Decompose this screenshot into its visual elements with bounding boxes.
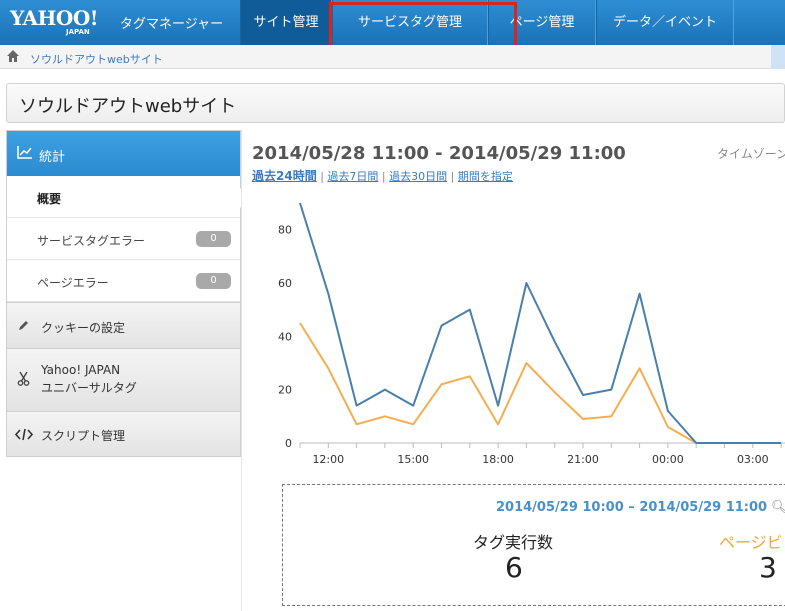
period-selector: 過去24時間 | 過去7日間 | 過去30日間 | 期間を指定 <box>252 167 513 184</box>
y-tick-label: 80 <box>278 224 292 237</box>
pageviews-label: ページビ <box>719 533 783 552</box>
logo-japan-text: JAPAN <box>66 28 90 36</box>
timezone-label[interactable]: タイムゾーン <box>717 145 785 162</box>
y-tick-label: 40 <box>278 330 292 343</box>
sidebar-item-universal-tag[interactable]: Yahoo! JAPAN ユニバーサルタグ <box>7 348 240 411</box>
sidebar-item-label: スクリプト管理 <box>41 429 126 443</box>
x-tick-label: 12:00 <box>312 453 344 466</box>
page-title: ソウルドアウトwebサイト <box>19 96 237 117</box>
date-range-title: 2014/05/28 11:00 - 2014/05/29 11:00 <box>252 143 626 164</box>
sidebar-subitem-label: ページエラー <box>37 276 109 290</box>
period-30d-link[interactable]: 過去30日間 <box>389 170 447 183</box>
logo-yahoo-text: YAHOO! <box>10 6 99 30</box>
x-tick-label: 18:00 <box>482 453 514 466</box>
period-custom-link[interactable]: 期間を指定 <box>458 170 513 183</box>
line-chart: 0 20 40 60 80 12:00 15:00 18:00 21:00 00:00 03:00 <box>278 202 785 466</box>
series-line <box>299 202 782 444</box>
sidebar-item-label: 統計 <box>39 150 66 165</box>
period-7d-link[interactable]: 過去7日間 <box>327 170 378 183</box>
pageviews-value: 3 <box>759 551 777 584</box>
x-tick-label: 15:00 <box>397 453 429 466</box>
period-separator: | <box>320 170 324 183</box>
period-24h-link[interactable]: 過去24時間 <box>252 169 317 183</box>
home-icon[interactable] <box>6 49 20 63</box>
sidebar-item-label-line2: ユニバーサルタグ <box>41 381 137 395</box>
tab-site-management[interactable]: サイト管理 <box>240 0 332 45</box>
sidebar: 統計 概要 サービスタグエラー 0 ページエラー 0 クッキーの設定 Yahoo… <box>6 130 241 457</box>
content-divider <box>241 130 242 611</box>
scissors-icon <box>17 371 30 386</box>
sidebar-item-statistics[interactable]: 統計 <box>7 131 240 176</box>
y-tick-label: 60 <box>278 277 292 290</box>
breadcrumb-site-link[interactable]: ソウルドアウトwebサイト <box>30 51 163 67</box>
series-line <box>299 322 782 444</box>
tag-executions-value: 6 <box>505 551 523 584</box>
code-icon <box>15 428 33 441</box>
active-item-pointer <box>231 188 241 208</box>
breadcrumb: ソウルドアウトwebサイト <box>0 45 785 69</box>
sidebar-subitem-label: サービスタグエラー <box>37 234 146 248</box>
summary-panel: 2014/05/29 10:00 – 2014/05/29 11:00 🔍︎ タ… <box>282 484 785 606</box>
yahoo-japan-logo[interactable]: YAHOO! JAPAN タグマネージャー <box>10 6 223 36</box>
period-separator: | <box>450 170 455 183</box>
count-badge: 0 <box>196 273 231 289</box>
zoom-icon[interactable]: 🔍︎ <box>771 500 785 515</box>
chart-icon <box>17 146 32 159</box>
sidebar-item-script-management[interactable]: スクリプト管理 <box>7 411 240 456</box>
sidebar-subitem-page-errors[interactable]: ページエラー 0 <box>7 260 240 302</box>
sidebar-subitem-service-tag-errors[interactable]: サービスタグエラー 0 <box>7 218 240 260</box>
x-tick-label: 03:00 <box>737 453 769 466</box>
count-badge: 0 <box>196 231 231 247</box>
sidebar-item-label: クッキーの設定 <box>41 321 126 335</box>
tag-executions-label: タグ実行数 <box>473 533 554 552</box>
period-separator: | <box>381 170 386 183</box>
tab-data-event[interactable]: データ／イベント <box>596 0 734 45</box>
breadcrumb-right-panel <box>771 45 785 69</box>
sidebar-item-cookie-settings[interactable]: クッキーの設定 <box>7 302 240 348</box>
pencil-icon <box>19 321 28 330</box>
summary-range: 2014/05/29 10:00 – 2014/05/29 11:00 <box>496 500 768 515</box>
y-tick-label: 20 <box>278 384 292 397</box>
y-tick-label: 0 <box>285 437 292 450</box>
site-title-bar: ソウルドアウトwebサイト <box>6 83 785 123</box>
x-tick-label: 00:00 <box>652 453 684 466</box>
sidebar-item-label-line1: Yahoo! JAPAN <box>41 363 121 377</box>
sidebar-subitem-overview[interactable]: 概要 <box>7 176 240 218</box>
sidebar-subitem-label: 概要 <box>37 192 62 206</box>
x-tick-label: 21:00 <box>567 453 599 466</box>
product-name: タグマネージャー <box>120 17 224 32</box>
